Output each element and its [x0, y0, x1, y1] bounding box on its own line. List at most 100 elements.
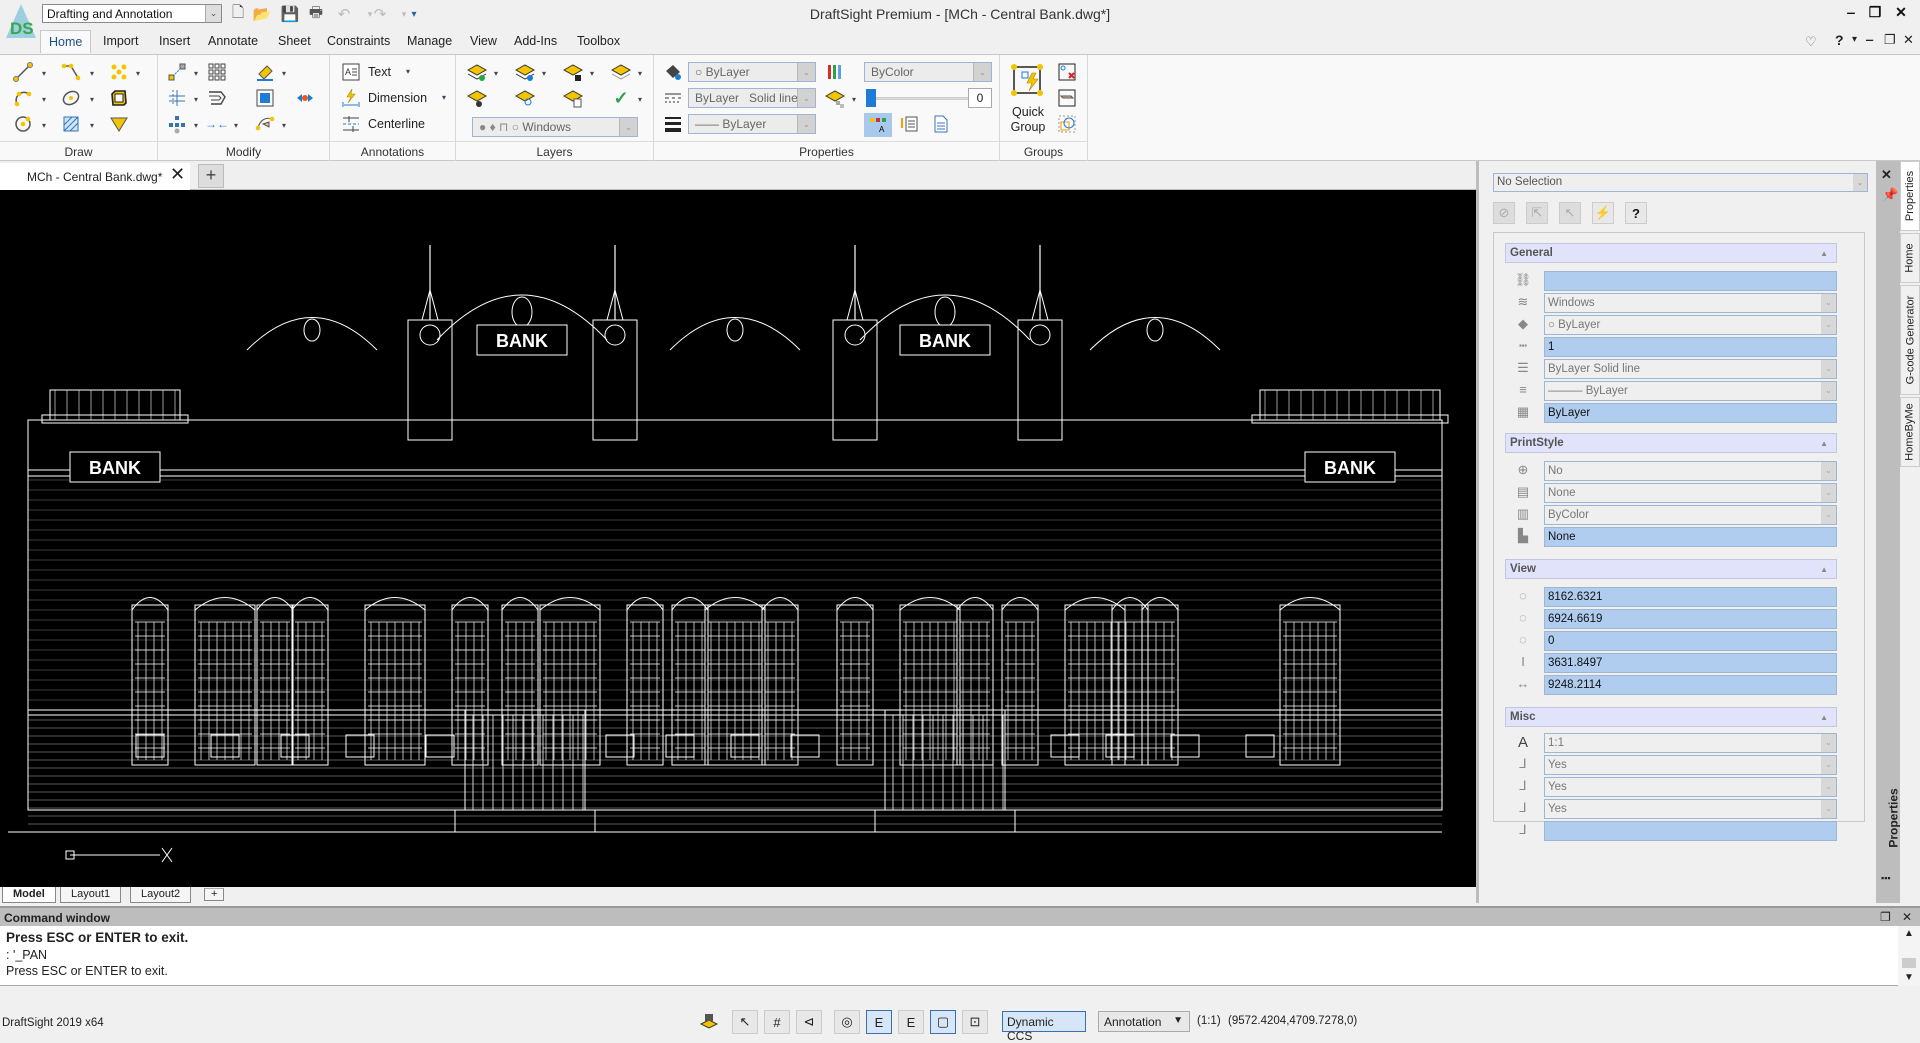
move-dropdown-icon[interactable]: ▾: [192, 69, 200, 78]
lineweight-display-icon[interactable]: ▢: [930, 1010, 956, 1034]
layer-dropdown-3-icon[interactable]: ▾: [588, 69, 596, 78]
property-value-field[interactable]: Yes ⌄: [1544, 777, 1837, 797]
chevron-down-icon[interactable]: ▼: [1173, 1015, 1183, 1026]
tab-view[interactable]: View: [470, 34, 497, 48]
close-command-window-icon[interactable]: ✕: [1902, 910, 1912, 924]
annotation-scale-select[interactable]: Annotation ▼: [1098, 1011, 1190, 1032]
help-icon[interactable]: ?: [1835, 32, 1844, 48]
document-tab[interactable]: MCh - Central Bank.dwg*: [0, 163, 190, 190]
side-tab-home[interactable]: Home: [1900, 233, 1920, 283]
chevron-down-icon[interactable]: ⌄: [797, 63, 815, 81]
chevron-down-icon[interactable]: ⌄: [1821, 778, 1836, 796]
select-objects-icon[interactable]: ↖: [1559, 202, 1581, 224]
layer-lock-icon[interactable]: [562, 61, 584, 83]
new-tab-button[interactable]: +: [198, 164, 224, 188]
chevron-down-icon[interactable]: ⌄: [1821, 800, 1836, 818]
properties-palette-icon[interactable]: ▪▪▪: [1881, 873, 1891, 883]
centerline-button[interactable]: Centerline: [368, 117, 425, 131]
circle-icon[interactable]: [12, 113, 34, 135]
tab-import[interactable]: Import: [103, 34, 138, 48]
chevron-down-icon[interactable]: ⌄: [973, 63, 991, 81]
arc-icon[interactable]: [12, 87, 34, 109]
scroll-thumb[interactable]: [1902, 958, 1916, 968]
layer-dropdown-4-icon[interactable]: ▾: [636, 69, 644, 78]
tab-annotate[interactable]: Annotate: [208, 34, 258, 48]
layer-dropdown-5-icon[interactable]: ▾: [636, 95, 644, 104]
minimize-window-button[interactable]: ‒: [1840, 4, 1862, 22]
chevron-down-icon[interactable]: ⌄: [797, 89, 815, 107]
chevron-down-icon[interactable]: ⌄: [1821, 462, 1836, 480]
chevron-down-icon[interactable]: ⌄: [1821, 734, 1836, 752]
collapse-icon[interactable]: ▲: [1820, 565, 1828, 574]
chevron-down-icon[interactable]: ⌄: [619, 118, 637, 136]
scroll-down-icon[interactable]: ▼: [1904, 972, 1914, 983]
chevron-down-icon[interactable]: ⌄: [1821, 382, 1836, 400]
point-dropdown-icon[interactable]: ▾: [134, 69, 142, 78]
chevron-down-icon[interactable]: ⌄: [1821, 316, 1836, 334]
select-all-icon[interactable]: ⇱: [1526, 202, 1548, 224]
printstyle-select[interactable]: ByColor ⌄: [864, 62, 992, 82]
entity-snap-icon[interactable]: E: [866, 1010, 892, 1034]
property-value-field[interactable]: ByColor ⌄: [1544, 505, 1837, 525]
text-icon[interactable]: A: [340, 61, 362, 83]
erase-dropdown-icon[interactable]: ▾: [280, 69, 288, 78]
entity-track-icon[interactable]: E: [898, 1010, 924, 1034]
layout-tab-model[interactable]: Model: [2, 887, 56, 903]
property-value-field[interactable]: None: [1544, 527, 1837, 547]
chevron-down-icon[interactable]: ⌄: [1821, 506, 1836, 524]
transparency-slider-track[interactable]: [876, 97, 976, 100]
chevron-down-icon[interactable]: ⌄: [1821, 294, 1836, 312]
match-properties-icon[interactable]: [898, 113, 920, 135]
close-document-button[interactable]: ✕: [1903, 32, 1914, 48]
dock-properties-label[interactable]: Properties: [1887, 788, 1901, 847]
join-dropdown-icon[interactable]: ▾: [232, 121, 240, 130]
help-icon[interactable]: ?: [1625, 202, 1647, 224]
layer-isolate-icon[interactable]: [610, 61, 632, 83]
close-window-button[interactable]: ✕: [1890, 4, 1912, 22]
collapse-icon[interactable]: ▲: [1820, 713, 1828, 722]
restore-document-button[interactable]: ❐: [1884, 32, 1896, 48]
property-value-field[interactable]: 1: [1544, 337, 1837, 357]
toggle-pickadd-icon[interactable]: ⊘: [1493, 202, 1515, 224]
tab-insert[interactable]: Insert: [159, 34, 190, 48]
property-value-field[interactable]: ByLayer: [1544, 403, 1837, 423]
pattern-icon[interactable]: [206, 61, 228, 83]
array-dropdown-icon[interactable]: ▾: [192, 121, 200, 130]
layout-tab-layout1[interactable]: Layout1: [60, 887, 122, 903]
side-tab-gcode-generator[interactable]: G-code Generator: [1900, 285, 1920, 395]
side-tab-properties[interactable]: Properties: [1900, 161, 1920, 231]
trim-dropdown-icon[interactable]: ▾: [192, 95, 200, 104]
property-value-field[interactable]: 3631.8497: [1544, 653, 1837, 673]
transparency-value-input[interactable]: 0: [968, 88, 992, 108]
section-printstyle[interactable]: PrintStyle ▲: [1505, 433, 1837, 453]
selection-select[interactable]: No Selection ⌄: [1493, 173, 1868, 192]
polyline-dropdown-icon[interactable]: ▾: [88, 69, 96, 78]
layout-tab-layout2[interactable]: Layout2: [130, 887, 192, 903]
circle-dropdown-icon[interactable]: ▾: [40, 121, 48, 130]
scroll-up-icon[interactable]: ▲: [1904, 928, 1914, 939]
dynamic-ccs-toggle[interactable]: Dynamic CCS: [1002, 1011, 1086, 1043]
property-value-field[interactable]: ByLayer Solid line ⌄: [1544, 359, 1837, 379]
properties-palette-icon[interactable]: A: [864, 113, 892, 137]
rectangle-icon[interactable]: [108, 87, 130, 109]
erase-icon[interactable]: [254, 61, 276, 83]
restore-window-button[interactable]: ❐: [1864, 4, 1886, 22]
layer-stack-icon[interactable]: [696, 1010, 722, 1034]
property-value-field[interactable]: None ⌄: [1544, 483, 1837, 503]
tab-home[interactable]: Home: [40, 30, 92, 53]
restore-command-window-icon[interactable]: ❐: [1880, 910, 1891, 924]
section-general[interactable]: General ▲: [1505, 243, 1837, 263]
grid-icon[interactable]: #: [764, 1010, 790, 1034]
tab-toolbox[interactable]: Toolbox: [577, 34, 620, 48]
line-dropdown-icon[interactable]: ▾: [40, 69, 48, 78]
tab-manage[interactable]: Manage: [407, 34, 452, 48]
join-icon[interactable]: →←: [205, 113, 229, 135]
property-value-field[interactable]: Yes ⌄: [1544, 755, 1837, 775]
tab-constraints[interactable]: Constraints: [327, 34, 390, 48]
property-value-field[interactable]: No ⌄: [1544, 461, 1837, 481]
side-tab-homebyme[interactable]: HomeByMe: [1900, 397, 1920, 467]
dimension-icon[interactable]: [340, 87, 362, 109]
chevron-down-icon[interactable]: ⌄: [797, 115, 815, 133]
section-view[interactable]: View ▲: [1505, 559, 1837, 579]
layer-dropdown-2-icon[interactable]: ▾: [540, 69, 548, 78]
